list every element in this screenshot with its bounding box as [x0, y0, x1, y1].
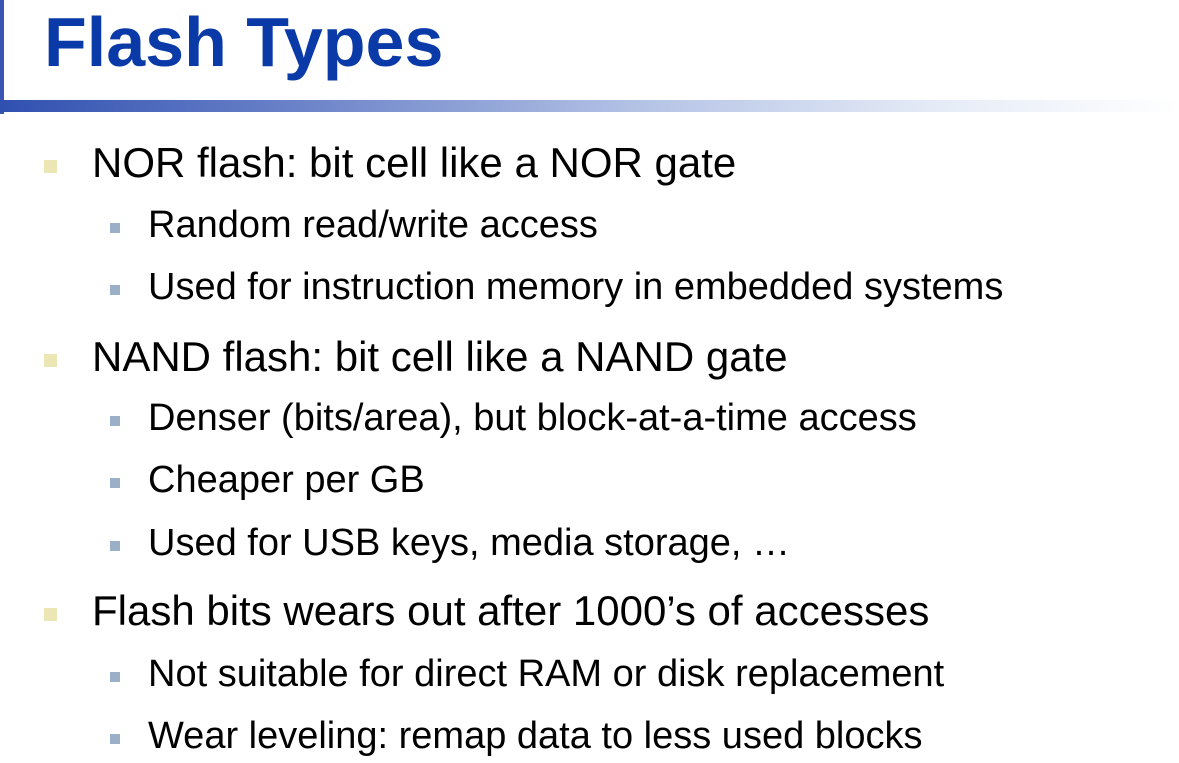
- sub-bullet-text: Cheaper per GB: [148, 459, 425, 501]
- square-bullet-icon: [44, 160, 57, 173]
- bullet-text: NAND flash: bit cell like a NAND gate: [92, 333, 788, 380]
- bullet-nor-flash: NOR flash: bit cell like a NOR gate: [44, 139, 737, 186]
- sub-bullet-text: Denser (bits/area), but block-at-a-time …: [148, 397, 917, 439]
- square-bullet-icon: [110, 541, 120, 551]
- square-bullet-icon: [44, 608, 57, 621]
- square-bullet-icon: [110, 478, 120, 488]
- sub-bullet-text: Wear leveling: remap data to less used b…: [148, 715, 923, 757]
- sub-bullet: Not suitable for direct RAM or disk repl…: [110, 653, 945, 695]
- square-bullet-icon: [110, 734, 120, 744]
- square-bullet-icon: [110, 672, 120, 682]
- square-bullet-icon: [110, 416, 120, 426]
- sub-bullet: Used for USB keys, media storage, …: [110, 522, 791, 564]
- square-bullet-icon: [44, 354, 57, 367]
- sub-bullet-text: Used for instruction memory in embedded …: [148, 266, 1004, 308]
- sub-bullet: Denser (bits/area), but block-at-a-time …: [110, 397, 917, 439]
- bullet-text: Flash bits wears out after 1000’s of acc…: [92, 587, 930, 634]
- bullet-flash-wear: Flash bits wears out after 1000’s of acc…: [44, 587, 930, 634]
- sub-bullet: Used for instruction memory in embedded …: [110, 266, 1004, 308]
- sub-bullet: Cheaper per GB: [110, 459, 425, 501]
- sub-bullet-text: Used for USB keys, media storage, …: [148, 522, 791, 564]
- bullet-nand-flash: NAND flash: bit cell like a NAND gate: [44, 333, 788, 380]
- sub-bullet-text: Not suitable for direct RAM or disk repl…: [148, 653, 945, 695]
- square-bullet-icon: [110, 223, 120, 233]
- sub-bullet: Wear leveling: remap data to less used b…: [110, 715, 923, 757]
- sub-bullet-text: Random read/write access: [148, 204, 598, 246]
- sub-bullet: Random read/write access: [110, 204, 598, 246]
- bullet-text: NOR flash: bit cell like a NOR gate: [92, 139, 737, 186]
- square-bullet-icon: [110, 285, 120, 295]
- slide-content: NOR flash: bit cell like a NOR gate Rand…: [0, 0, 1179, 763]
